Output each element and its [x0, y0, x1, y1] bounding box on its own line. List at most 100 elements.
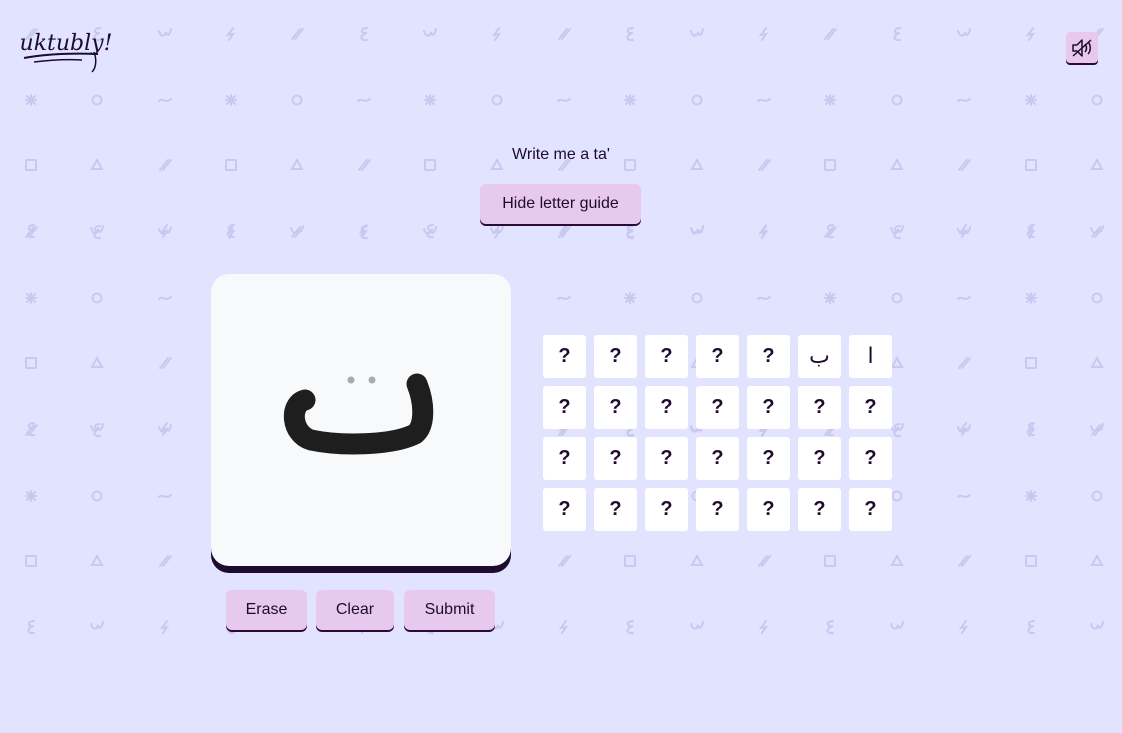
ain-icon [93, 225, 101, 240]
erase-button[interactable]: Erase [226, 590, 307, 630]
letter-cell[interactable]: ? [594, 488, 637, 531]
circle-icon [891, 490, 903, 502]
letter-cell[interactable]: ? [645, 488, 688, 531]
letter-cell[interactable]: ب [798, 335, 841, 378]
circle-icon [91, 490, 103, 502]
squiggle-icon [690, 28, 704, 37]
slash-icon [25, 226, 38, 238]
letter-cell[interactable]: ? [543, 386, 586, 429]
tilde-icon [757, 98, 771, 102]
letter-cell[interactable]: ? [849, 437, 892, 480]
tilde-icon [158, 494, 172, 498]
letter-cell[interactable]: ? [594, 437, 637, 480]
letter-cell[interactable]: ? [543, 488, 586, 531]
slash-icon [558, 555, 571, 567]
triangle-icon [1090, 355, 1104, 368]
letter-cell[interactable]: ? [696, 386, 739, 429]
letter-cell[interactable]: ? [747, 488, 790, 531]
letter-cell[interactable]: ? [696, 488, 739, 531]
asterisk-icon [824, 292, 836, 304]
tilde-icon [757, 296, 771, 300]
letter-cell[interactable]: ? [594, 386, 637, 429]
slash-icon [958, 357, 971, 369]
asterisk-icon [225, 94, 237, 106]
triangle-icon [690, 553, 704, 566]
letter-cell[interactable]: ? [543, 335, 586, 378]
letter-cell[interactable]: ? [747, 335, 790, 378]
tilde-icon [957, 296, 971, 300]
tilde-icon [957, 98, 971, 102]
slash-icon [558, 28, 571, 40]
squiggle-icon [423, 28, 437, 37]
lightning-icon [225, 27, 236, 41]
letter-cell[interactable]: ? [798, 437, 841, 480]
letter-cell[interactable]: ? [645, 437, 688, 480]
letter-cell[interactable]: ? [696, 335, 739, 378]
tilde-icon [357, 98, 371, 102]
square-icon [624, 555, 636, 567]
square-icon [1025, 555, 1037, 567]
circle-icon [91, 292, 103, 304]
tilde-icon [557, 296, 571, 300]
circle-icon [891, 292, 903, 304]
slash-icon [824, 28, 837, 40]
lightning-icon [558, 620, 569, 634]
circle-icon [691, 94, 703, 106]
letter-cell[interactable]: ? [543, 437, 586, 480]
letter-cell[interactable]: ? [798, 488, 841, 531]
asterisk-icon [1025, 490, 1037, 502]
submit-button[interactable]: Submit [404, 590, 495, 630]
sound-toggle-button[interactable] [1066, 32, 1098, 63]
letter-cell[interactable]: ? [645, 386, 688, 429]
ain-icon [360, 27, 368, 42]
slash-icon [824, 226, 837, 238]
square-icon [25, 357, 37, 369]
letter-cell[interactable]: ? [747, 386, 790, 429]
circle-icon [1091, 94, 1103, 106]
hide-letter-guide-button[interactable]: Hide letter guide [480, 184, 641, 224]
letter-cell[interactable]: ا [849, 335, 892, 378]
square-icon [1025, 357, 1037, 369]
triangle-icon [90, 355, 104, 368]
letter-cell[interactable]: ? [645, 335, 688, 378]
lightning-icon [159, 620, 170, 634]
clear-button[interactable]: Clear [316, 590, 394, 630]
squiggle-icon [890, 621, 904, 630]
tilde-icon [158, 98, 172, 102]
letter-cell[interactable]: ? [594, 335, 637, 378]
ain-icon [626, 620, 634, 635]
asterisk-icon [25, 490, 37, 502]
letter-cell[interactable]: ? [849, 488, 892, 531]
uktubly-logo: uktubly! [20, 31, 112, 73]
lightning-icon [758, 620, 769, 634]
lightning-icon [958, 620, 969, 634]
ain-icon [893, 225, 901, 240]
ain-icon [893, 27, 901, 42]
ain-icon [1027, 620, 1035, 635]
circle-icon [891, 94, 903, 106]
slash-icon [159, 555, 172, 567]
letter-cell[interactable]: ? [849, 386, 892, 429]
slash-icon [758, 555, 771, 567]
asterisk-icon [824, 94, 836, 106]
letter-cell[interactable]: ? [696, 437, 739, 480]
drawing-canvas[interactable] [211, 274, 511, 566]
slash-icon [958, 555, 971, 567]
square-icon [25, 555, 37, 567]
ain-icon [93, 423, 101, 438]
squiggle-icon [957, 28, 971, 37]
lightning-icon [758, 27, 769, 41]
asterisk-icon [25, 292, 37, 304]
circle-icon [491, 94, 503, 106]
prompt-text: Write me a ta' [512, 146, 610, 163]
letter-cell[interactable]: ? [798, 386, 841, 429]
letter-cell[interactable]: ? [747, 437, 790, 480]
asterisk-icon [624, 94, 636, 106]
triangle-icon [90, 553, 104, 566]
speaker-muted-icon [1072, 38, 1092, 57]
asterisk-icon [424, 94, 436, 106]
circle-icon [91, 94, 103, 106]
ain-icon [826, 620, 834, 635]
slash-icon [25, 424, 38, 436]
circle-icon [1091, 292, 1103, 304]
